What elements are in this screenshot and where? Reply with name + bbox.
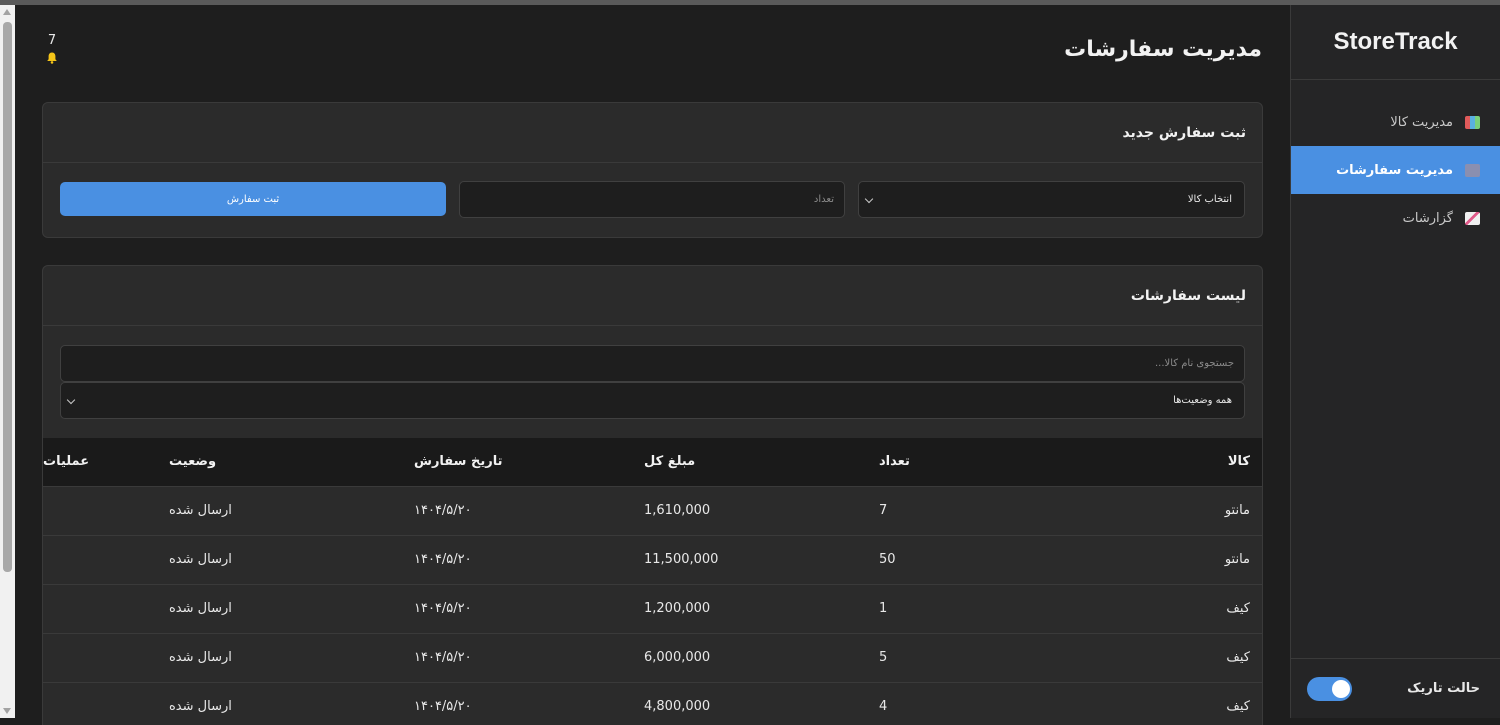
scrollbar-thumb[interactable] — [3, 22, 12, 572]
cell-total: 11,500,000 — [644, 535, 879, 585]
dark-mode-label: حالت تاریک — [1407, 681, 1480, 696]
cell-quantity: 5 — [879, 633, 1014, 683]
cell-actions — [43, 535, 169, 585]
cell-status: ارسال شده — [169, 535, 414, 585]
cell-product: مانتو — [1014, 535, 1262, 585]
submit-order-button[interactable]: ثبت سفارش — [60, 182, 446, 216]
cell-quantity: 50 — [879, 535, 1014, 585]
sidebar-item-reports[interactable]: گزارشات — [1291, 194, 1500, 242]
brand-logo[interactable]: StoreTrack — [1291, 5, 1500, 80]
status-filter-value: همه وضعیت‌ها — [1173, 395, 1232, 406]
cell-status: ارسال شده — [169, 486, 414, 536]
sidebar-item-products[interactable]: مدیریت کالا — [1291, 98, 1500, 146]
chevron-down-icon — [864, 194, 874, 204]
sidebar-nav: مدیریت کالا مدیریت سفارشات گزارشات — [1291, 80, 1500, 242]
sidebar-item-orders[interactable]: مدیریت سفارشات — [1291, 146, 1500, 194]
cell-product: کیف — [1014, 584, 1262, 634]
table-row[interactable]: کیف 5 6,000,000 ۱۴۰۴/۵/۲۰ ارسال شده — [43, 633, 1262, 683]
quantity-input[interactable] — [459, 181, 845, 218]
new-order-title: ثبت سفارش جدید — [43, 103, 1262, 163]
cell-date: ۱۴۰۴/۵/۲۰ — [414, 486, 644, 536]
cell-status: ارسال شده — [169, 633, 414, 683]
cell-date: ۱۴۰۴/۵/۲۰ — [414, 584, 644, 634]
column-header-status[interactable]: وضعیت — [169, 438, 414, 487]
product-select[interactable]: انتخاب کالا — [858, 181, 1245, 218]
scroll-up-icon[interactable] — [3, 9, 11, 15]
vertical-scrollbar[interactable] — [0, 5, 15, 718]
cell-product: کیف — [1014, 682, 1262, 725]
sidebar-item-label: گزارشات — [1402, 210, 1453, 226]
new-order-form: انتخاب کالا ثبت سفارش — [60, 181, 1245, 218]
cell-actions — [43, 486, 169, 536]
scroll-down-icon[interactable] — [3, 708, 11, 714]
trend-chart-icon — [1465, 211, 1480, 225]
product-select-value: انتخاب کالا — [1187, 194, 1232, 205]
column-header-date[interactable]: تاریخ سفارش — [414, 438, 644, 487]
cell-status: ارسال شده — [169, 584, 414, 634]
status-filter-select[interactable]: همه وضعیت‌ها — [60, 382, 1245, 419]
cell-actions — [43, 682, 169, 725]
bar-chart-icon — [1465, 115, 1480, 129]
table-row[interactable]: مانتو 50 11,500,000 ۱۴۰۴/۵/۲۰ ارسال شده — [43, 535, 1262, 585]
column-header-total[interactable]: مبلغ کل — [644, 438, 879, 487]
cell-product: مانتو — [1014, 486, 1262, 536]
table-row[interactable]: مانتو 7 1,610,000 ۱۴۰۴/۵/۲۰ ارسال شده — [43, 486, 1262, 536]
table-row[interactable]: کیف 4 4,800,000 ۱۴۰۴/۵/۲۰ ارسال شده — [43, 682, 1262, 725]
order-list-title: لیست سفارشات — [43, 266, 1262, 326]
order-list-card: لیست سفارشات همه وضعیت‌ها کالا تعداد مبل… — [42, 265, 1263, 725]
cell-total: 6,000,000 — [644, 633, 879, 683]
page-title: مدیریت سفارشات — [1064, 37, 1262, 62]
table-header-row: کالا تعداد مبلغ کل تاریخ سفارش وضعیت عمل… — [43, 438, 1262, 487]
notification-count: 7 — [47, 33, 57, 48]
sidebar-item-label: مدیریت سفارشات — [1336, 162, 1453, 178]
cell-date: ۱۴۰۴/۵/۲۰ — [414, 633, 644, 683]
orders-table: کالا تعداد مبلغ کل تاریخ سفارش وضعیت عمل… — [43, 438, 1262, 725]
dark-mode-row: حالت تاریک — [1291, 658, 1500, 718]
cell-total: 4,800,000 — [644, 682, 879, 725]
cell-actions — [43, 633, 169, 683]
cell-total: 1,610,000 — [644, 486, 879, 536]
cell-status: ارسال شده — [169, 682, 414, 725]
search-input[interactable] — [60, 345, 1245, 382]
cart-icon — [1465, 163, 1480, 177]
cell-date: ۱۴۰۴/۵/۲۰ — [414, 682, 644, 725]
column-header-product[interactable]: کالا — [1014, 438, 1262, 487]
new-order-card: ثبت سفارش جدید انتخاب کالا ثبت سفارش — [42, 102, 1263, 238]
notification-area[interactable]: 7 — [42, 33, 62, 64]
cell-product: کیف — [1014, 633, 1262, 683]
cell-quantity: 1 — [879, 584, 1014, 634]
chevron-down-icon — [66, 395, 76, 405]
cell-date: ۱۴۰۴/۵/۲۰ — [414, 535, 644, 585]
cell-total: 1,200,000 — [644, 584, 879, 634]
dark-mode-toggle[interactable] — [1307, 676, 1352, 701]
column-header-quantity[interactable]: تعداد — [879, 438, 1014, 487]
toggle-knob — [1332, 679, 1350, 698]
bell-icon[interactable] — [46, 52, 58, 64]
sidebar: StoreTrack مدیریت کالا مدیریت سفارشات گز… — [1290, 5, 1500, 718]
cell-actions — [43, 584, 169, 634]
column-header-actions: عملیات — [43, 438, 169, 487]
cell-quantity: 7 — [879, 486, 1014, 536]
table-row[interactable]: کیف 1 1,200,000 ۱۴۰۴/۵/۲۰ ارسال شده — [43, 584, 1262, 634]
main-content: 7 مدیریت سفارشات ثبت سفارش جدید انتخاب ک… — [15, 5, 1290, 725]
sidebar-item-label: مدیریت کالا — [1390, 114, 1453, 130]
cell-quantity: 4 — [879, 682, 1014, 725]
